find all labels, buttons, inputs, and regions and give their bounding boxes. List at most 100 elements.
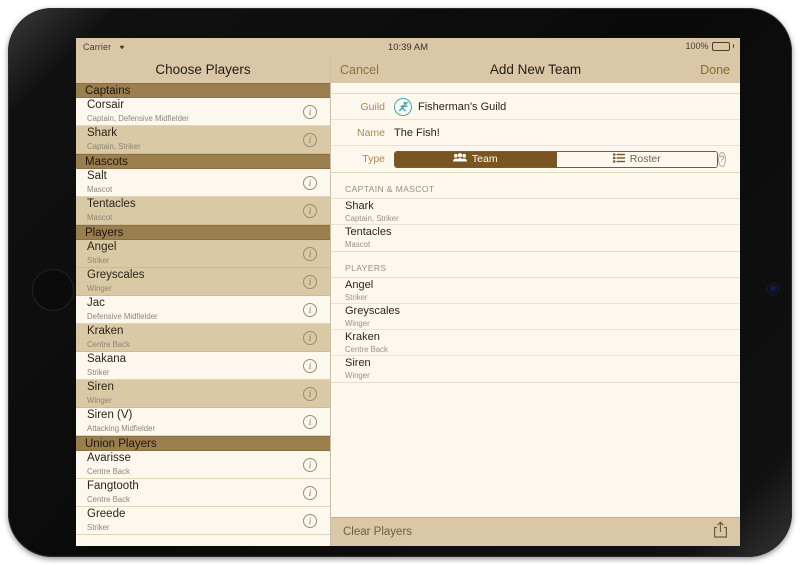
player-row[interactable]: Shark Captain, Striker i	[76, 126, 330, 154]
player-row[interactable]: Angel Striker i	[76, 240, 330, 268]
guild-label: Guild	[360, 100, 385, 113]
info-icon[interactable]: i	[303, 104, 317, 119]
type-label: Type	[362, 153, 385, 165]
player-position: Winger	[87, 395, 112, 405]
player-name: Angel	[87, 241, 117, 254]
player-row[interactable]: Sakana Striker i	[76, 352, 330, 380]
team-member-row[interactable]: Kraken Centre Back	[331, 330, 740, 356]
team-member-position: Captain, Striker	[345, 213, 399, 223]
info-icon[interactable]: i	[303, 132, 317, 147]
detail-nav-bar: Cancel Add New Team Done	[331, 56, 740, 83]
player-row[interactable]: Avarisse Centre Back i	[76, 451, 330, 479]
player-name: Jac	[87, 297, 105, 310]
player-position: Captain, Striker	[87, 141, 141, 151]
detail-section-group: Shark Captain, Striker Tentacles Mascot	[331, 198, 740, 252]
player-position: Centre Back	[87, 339, 130, 349]
player-row[interactable]: Greyscales Winger i	[76, 268, 330, 296]
cancel-button[interactable]: Cancel	[340, 63, 379, 77]
player-position: Centre Back	[87, 494, 130, 504]
home-button[interactable]	[32, 269, 74, 311]
info-icon[interactable]: i	[303, 414, 317, 429]
player-name: Greyscales	[87, 269, 145, 282]
team-member-position: Centre Back	[345, 344, 388, 354]
status-bar: Carrier 10:39 AM 100%	[76, 38, 740, 56]
player-position: Winger	[87, 283, 112, 293]
team-member-row[interactable]: Greyscales Winger	[331, 304, 740, 330]
master-nav-bar: Choose Players	[76, 56, 330, 83]
battery-percent-label: 100%	[685, 41, 709, 51]
name-label: Name	[356, 126, 385, 139]
player-row[interactable]: Kraken Centre Back i	[76, 324, 330, 352]
info-icon[interactable]: i	[303, 330, 317, 345]
player-row[interactable]: Siren (V) Attacking Midfielder i	[76, 408, 330, 436]
type-segmented-control[interactable]: Team Roster	[394, 150, 718, 168]
info-icon[interactable]: i	[303, 485, 317, 500]
info-icon[interactable]: i	[303, 302, 317, 317]
team-member-name: Siren	[345, 357, 371, 369]
battery-indicator: 100%	[685, 41, 734, 51]
player-name: Siren (V)	[87, 409, 133, 422]
master-pane: Choose Players Captains Corsair Captain, D…	[76, 56, 330, 546]
info-icon[interactable]: i	[303, 274, 317, 289]
info-icon[interactable]: i	[303, 513, 317, 528]
player-position: Striker	[87, 255, 110, 265]
info-icon[interactable]: i	[303, 457, 317, 472]
team-member-row[interactable]: Siren Winger	[331, 356, 740, 382]
choose-players-list[interactable]: Captains Corsair Captain, Defensive Midfie…	[76, 83, 330, 546]
section-header: Mascots	[76, 154, 330, 169]
team-member-name: Kraken	[345, 330, 380, 343]
screen: Carrier 10:39 AM 100% Choose Players Cap…	[76, 38, 740, 546]
info-icon[interactable]: i	[303, 358, 317, 373]
player-row[interactable]: Salt Mascot i	[76, 169, 330, 197]
ipad-device: Carrier 10:39 AM 100% Choose Players Cap…	[8, 8, 792, 557]
detail-section-header: PLAYERS	[345, 263, 387, 273]
team-member-row[interactable]: Angel Striker	[331, 278, 740, 304]
player-position: Mascot	[87, 212, 113, 222]
player-row[interactable]: Corsair Captain, Defensive Midfielder i	[76, 98, 330, 126]
team-member-name: Greyscales	[345, 304, 401, 317]
master-title: Choose Players	[155, 62, 251, 77]
guild-value: Fisherman's Guild	[418, 100, 507, 113]
player-name: Greede	[87, 508, 126, 521]
detail-pane: Cancel Add New Team Done Guild Fisherman…	[331, 56, 740, 546]
team-member-position: Winger	[345, 371, 370, 380]
player-row[interactable]: Greede Striker i	[76, 507, 330, 535]
player-name: Fangtooth	[87, 480, 139, 493]
section-header: Players	[76, 225, 330, 240]
info-icon[interactable]: i	[303, 246, 317, 261]
player-position: Captain, Defensive Midfielder	[87, 113, 189, 123]
help-button[interactable]: ?	[718, 151, 726, 167]
people-icon	[452, 153, 467, 165]
segment-team[interactable]: Team	[395, 151, 556, 167]
team-roster-sections: CAPTAIN & MASCOT Shark Captain, Striker Ten…	[331, 173, 740, 383]
team-member-position: Striker	[345, 292, 368, 302]
name-field-value[interactable]: The Fish!	[394, 127, 440, 139]
info-icon[interactable]: i	[303, 386, 317, 401]
name-row[interactable]: Name The Fish!	[331, 120, 740, 146]
segment-roster[interactable]: Roster	[555, 151, 717, 167]
info-icon[interactable]: i	[303, 203, 317, 218]
guild-row[interactable]: Guild Fisherman's Guild	[331, 94, 740, 120]
player-name: Kraken	[87, 325, 124, 338]
team-member-row[interactable]: Shark Captain, Striker	[331, 199, 740, 225]
clear-players-button[interactable]: Clear Players	[343, 526, 412, 538]
done-button[interactable]: Done	[700, 63, 730, 77]
front-camera	[768, 284, 778, 294]
split-view: Choose Players Captains Corsair Captain, D…	[76, 56, 740, 546]
player-row[interactable]: Fangtooth Centre Back i	[76, 479, 330, 507]
player-name: Tentacles	[87, 198, 136, 211]
team-member-name: Tentacles	[345, 226, 392, 238]
detail-title: Add New Team	[489, 62, 582, 77]
player-row[interactable]: Jac Defensive Midfielder i	[76, 296, 330, 324]
player-row[interactable]: Siren Winger i	[76, 380, 330, 408]
player-row[interactable]: Tentacles Mascot i	[76, 197, 330, 225]
player-position: Mascot	[87, 184, 113, 194]
battery-icon	[711, 41, 730, 51]
team-member-row[interactable]: Tentacles Mascot	[331, 225, 740, 251]
segment-team-label: Team	[471, 153, 498, 165]
player-name: Corsair	[87, 99, 125, 112]
detail-section-header: CAPTAIN & MASCOT	[345, 184, 435, 194]
share-icon[interactable]	[713, 521, 728, 543]
info-icon[interactable]: i	[303, 175, 317, 190]
section-header: Union Players	[76, 436, 330, 451]
